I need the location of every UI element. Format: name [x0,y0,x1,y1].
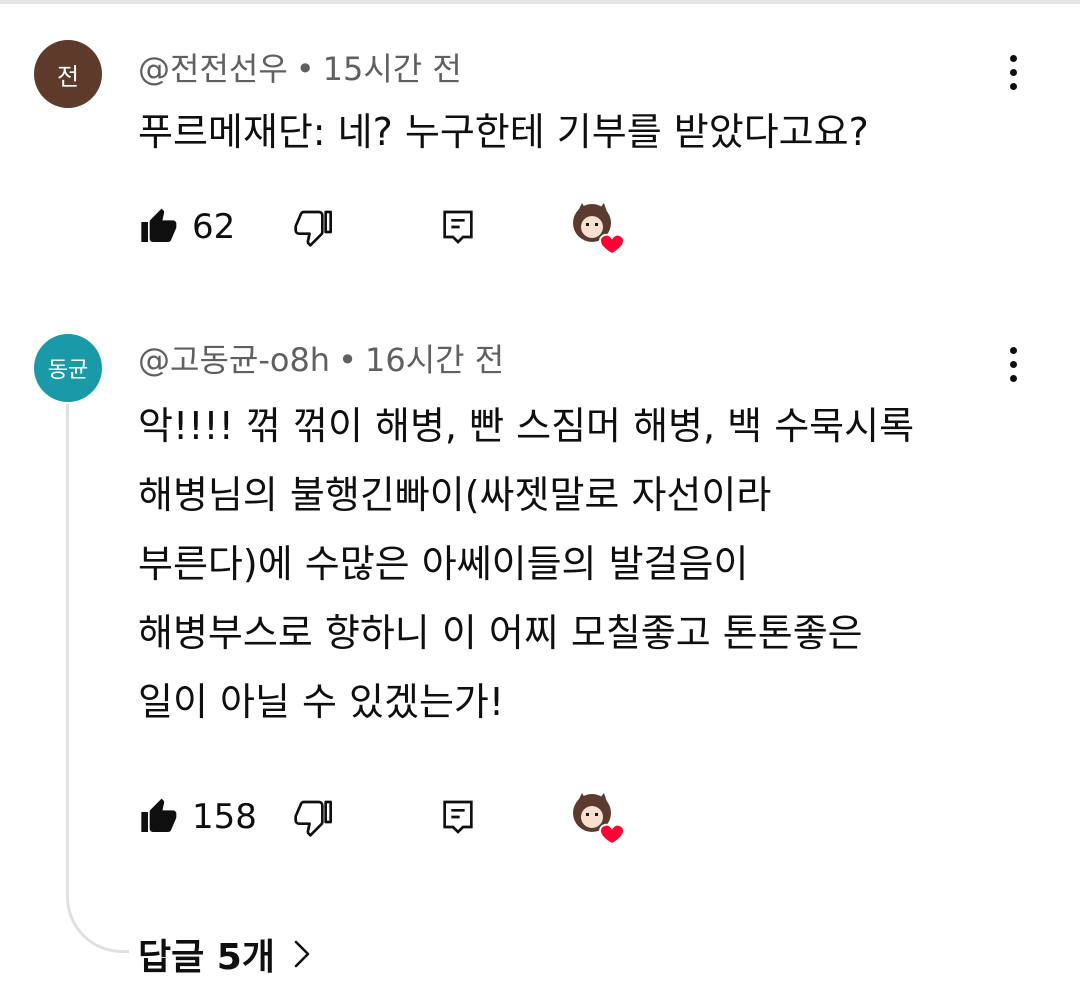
creator-heart [570,791,630,847]
comment-line: 해병님의 불행긴빠이(싸젯말로 자선이라 [138,473,772,517]
like-button[interactable]: 158 [138,797,257,837]
comment-meta: @고동균-o8h • 16시간 전 [138,335,504,381]
like-count: 158 [192,797,257,837]
meta-separator: • [338,341,357,379]
thumb-up-icon [141,798,177,832]
avatar[interactable]: 전 [34,40,102,108]
like-button[interactable]: 62 [138,207,235,247]
author-name[interactable]: @전전선우 [138,50,288,88]
comment-time[interactable]: 15시간 전 [323,50,462,88]
comment-line: 일이 아닐 수 있겠는가! [138,680,505,724]
thumb-up-icon [141,208,177,242]
avatar-initial: 전 [56,62,80,91]
view-replies-button[interactable]: 답글 5개 [138,928,313,980]
comment-line: 푸르메재단: 네? 누구한테 기부를 받았다고요? [138,110,869,154]
reply-icon [443,210,473,244]
dislike-button[interactable] [294,207,334,247]
more-vert-icon[interactable] [993,344,1033,384]
reply-button[interactable] [438,207,478,247]
avatar-initial: 동균 [47,358,89,383]
comment-meta: @전전선우 • 15시간 전 [138,44,462,90]
avatar[interactable]: 동균 [34,334,102,402]
creator-heart [570,201,630,257]
creator-heart-icon [573,793,626,846]
meta-separator: • [295,50,315,88]
author-name[interactable]: @고동균-o8h [138,341,330,379]
comment-text: 악!!!! 꺾 꺾이 해병, 빤 스짐머 해병, 백 수묵시록 해병님의 불행긴… [138,392,914,737]
reply-icon [443,800,473,834]
comment-time[interactable]: 16시간 전 [365,341,504,379]
comment-text: 푸르메재단: 네? 누구한테 기부를 받았다고요? [138,98,869,167]
comment-line: 악!!!! 꺾 꺾이 해병, 빤 스짐머 해병, 백 수묵시록 [138,404,915,448]
chevron-right-icon [294,940,310,968]
thumb-down-icon [294,800,332,837]
creator-heart-icon [573,203,626,256]
replies-label: 답글 5개 [138,937,275,978]
dislike-button[interactable] [294,797,334,837]
thread-line [66,404,129,953]
comment-line: 부른다)에 수많은 아쎄이들의 발걸음이 [138,542,749,586]
like-count: 62 [192,207,236,247]
comment-line: 해병부스로 향하니 이 어찌 모칠좋고 톤톤좋은 [138,611,863,655]
reply-button[interactable] [438,797,478,837]
top-divider [0,0,1080,4]
more-vert-icon[interactable] [993,52,1033,92]
comments-page: 전 @전전선우 • 15시간 전 푸르메재단: 네? 누구한테 기부를 받았다고요?… [0,0,1080,1002]
thumb-down-icon [294,210,332,247]
